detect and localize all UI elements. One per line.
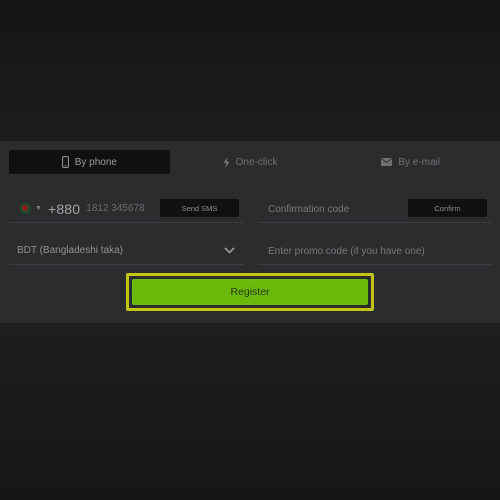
send-sms-button[interactable]: Send SMS xyxy=(160,199,239,217)
confirmation-code-input[interactable] xyxy=(268,201,398,217)
chevron-down-icon[interactable]: ▼ xyxy=(35,205,42,212)
dial-code: +880 xyxy=(47,200,81,217)
tab-label: By phone xyxy=(74,156,117,168)
bangladesh-flag-icon[interactable] xyxy=(20,203,31,214)
promo-code-input[interactable] xyxy=(268,243,486,259)
phone-input[interactable] xyxy=(86,203,159,214)
currency-select[interactable]: BDT (Bangladeshi taka) xyxy=(9,237,244,265)
lightning-icon xyxy=(223,156,230,168)
registration-tabs: By phone One-click By e-mail xyxy=(9,150,491,174)
tab-by-email[interactable]: By e-mail xyxy=(330,150,491,174)
tab-label: By e-mail xyxy=(398,156,441,168)
tab-label: One-click xyxy=(235,156,278,168)
confirm-button[interactable]: Confirm xyxy=(408,199,487,217)
tab-by-phone[interactable]: By phone xyxy=(9,150,170,174)
backdrop-top xyxy=(0,0,500,141)
register-button[interactable]: Register xyxy=(132,279,368,305)
phone-icon xyxy=(61,156,69,168)
chevron-down-icon xyxy=(224,247,235,254)
currency-selected-value: BDT (Bangladeshi taka) xyxy=(17,245,123,256)
envelope-icon xyxy=(381,158,393,166)
tab-one-click[interactable]: One-click xyxy=(170,150,331,174)
backdrop-bottom xyxy=(0,323,500,500)
